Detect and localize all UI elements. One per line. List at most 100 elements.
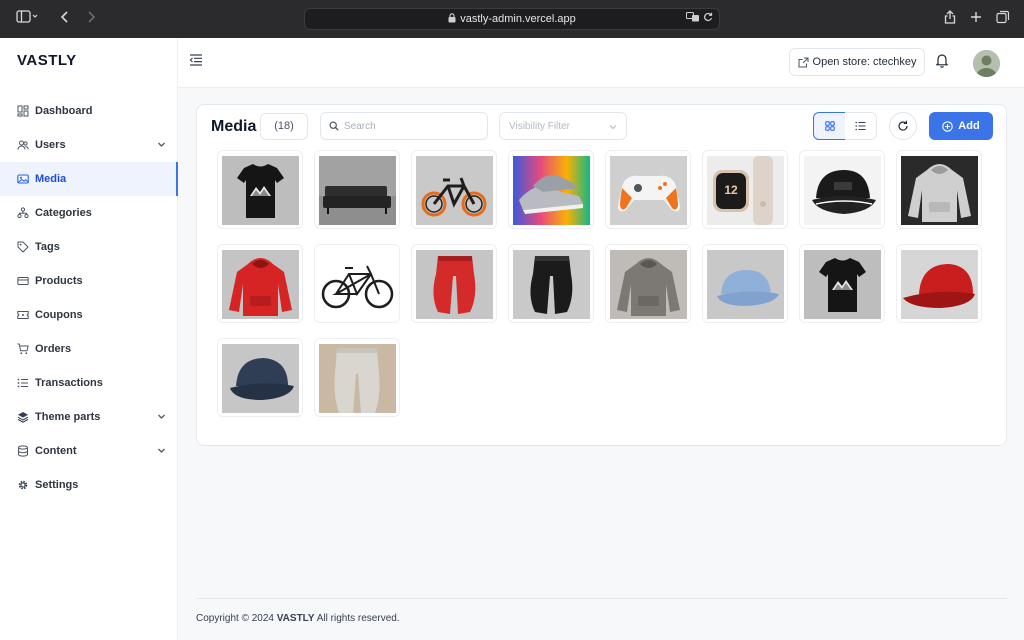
footer-divider [196, 598, 1007, 599]
visibility-filter-select[interactable]: Visibility Filter [499, 112, 627, 140]
categories-icon [17, 207, 29, 219]
tag-icon [17, 241, 29, 253]
brand-logo[interactable]: VASTLY [17, 52, 77, 69]
copyright-text: Copyright © 2024 [196, 613, 274, 624]
footer-brand: VASTLY [276, 613, 315, 624]
bicycle-image [319, 250, 396, 319]
sidebar-item-content[interactable]: Content [0, 434, 178, 468]
media-item[interactable] [605, 150, 691, 229]
users-icon [17, 139, 29, 151]
coupon-icon [17, 309, 29, 321]
sneakers-image [513, 156, 590, 225]
sidebar-item-settings[interactable]: Settings [0, 468, 178, 502]
media-icon [17, 173, 29, 185]
layers-icon [17, 411, 29, 423]
sidebar-item-theme-parts[interactable]: Theme parts [0, 400, 178, 434]
sidebar-item-categories[interactable]: Categories [0, 196, 178, 230]
translate-icon[interactable] [685, 12, 703, 25]
black-joggers-image [513, 250, 590, 319]
chevron-down-icon[interactable] [157, 446, 166, 455]
open-store-label: Open store: ctechkey [812, 56, 917, 68]
address-bar[interactable]: vastly-admin.vercel.app [304, 8, 720, 30]
media-item[interactable]: 12 [702, 150, 788, 229]
rights-text: All rights reserved. [316, 613, 400, 624]
tab-overview-icon[interactable] [996, 10, 1010, 29]
chevron-down-icon [609, 125, 617, 130]
external-link-icon [798, 57, 809, 67]
add-label: Add [958, 120, 980, 132]
share-icon[interactable] [944, 10, 956, 29]
media-count-badge: (18) [260, 113, 308, 140]
media-item[interactable] [314, 244, 400, 323]
reload-icon[interactable] [703, 12, 713, 25]
url-text: vastly-admin.vercel.app [460, 13, 576, 25]
sidebar-item-label: Media [35, 173, 67, 185]
blue-cap-image [707, 250, 784, 319]
avatar[interactable] [973, 50, 1000, 77]
media-item[interactable] [896, 244, 982, 323]
media-card: Media (18) Visibility Filter Add 12 [196, 104, 1007, 446]
sidebar-item-label: Settings [35, 479, 79, 491]
refresh-button[interactable] [889, 112, 917, 140]
chevron-down-icon[interactable] [157, 140, 166, 149]
collapse-sidebar-icon[interactable] [189, 53, 203, 67]
chevron-down-icon[interactable] [157, 412, 166, 421]
new-tab-icon[interactable] [970, 10, 982, 28]
grey-hoodie-image [610, 250, 687, 319]
media-item[interactable] [217, 338, 303, 417]
sidebar-item-tags[interactable]: Tags [0, 230, 178, 264]
grid-view-button[interactable] [813, 112, 846, 140]
sidebar-item-label: Dashboard [35, 105, 93, 117]
media-item[interactable] [896, 150, 982, 229]
red-joggers-image [416, 250, 493, 319]
open-store-button[interactable]: Open store: ctechkey [789, 48, 925, 76]
media-item[interactable] [411, 150, 497, 229]
sidebar-item-transactions[interactable]: Transactions [0, 366, 178, 400]
media-item[interactable] [411, 244, 497, 323]
svg-text:12: 12 [724, 183, 738, 197]
footer: Copyright © 2024 VASTLY All rights reser… [196, 613, 400, 624]
media-item[interactable] [217, 150, 303, 229]
back-icon[interactable] [60, 10, 70, 29]
media-item[interactable] [799, 150, 885, 229]
visibility-filter-placeholder: Visibility Filter [509, 120, 570, 132]
search-box[interactable] [320, 112, 488, 140]
black-tshirt-image [804, 250, 881, 319]
sidebar-item-dashboard[interactable]: Dashboard [0, 94, 178, 128]
list-view-button[interactable] [845, 112, 877, 140]
gear-icon [17, 479, 29, 491]
media-item[interactable] [508, 244, 594, 323]
sidebar-item-media[interactable]: Media [0, 162, 178, 196]
sidebar-nav: Dashboard Users Media Categories Tags Pr… [0, 94, 178, 502]
ebike-image [416, 156, 493, 225]
media-item[interactable] [799, 244, 885, 323]
lock-icon [448, 10, 456, 30]
top-header: Open store: ctechkey [178, 38, 1024, 88]
sofa-image [319, 156, 396, 225]
sidebar: VASTLY Dashboard Users Media Categories … [0, 38, 178, 640]
list-icon [855, 121, 866, 131]
red-cap-image [901, 250, 978, 319]
media-item[interactable] [605, 244, 691, 323]
media-item[interactable] [314, 338, 400, 417]
sidebar-item-products[interactable]: Products [0, 264, 178, 298]
sidebar-toggle-icon[interactable] [16, 10, 38, 29]
media-item[interactable] [217, 244, 303, 323]
smartwatch-image: 12 [707, 156, 784, 225]
bell-icon[interactable] [935, 52, 949, 68]
search-input[interactable] [344, 120, 474, 132]
sidebar-item-label: Transactions [35, 377, 103, 389]
browser-toolbar: vastly-admin.vercel.app [0, 0, 1024, 38]
media-item[interactable] [508, 150, 594, 229]
grid-icon [824, 121, 835, 131]
sidebar-item-coupons[interactable]: Coupons [0, 298, 178, 332]
add-media-button[interactable]: Add [929, 112, 993, 140]
forward-icon[interactable] [86, 10, 96, 29]
navy-cap-image [222, 344, 299, 413]
media-item[interactable] [314, 150, 400, 229]
sidebar-item-orders[interactable]: Orders [0, 332, 178, 366]
media-item[interactable] [702, 244, 788, 323]
sidebar-item-label: Content [35, 445, 77, 457]
database-icon [17, 445, 29, 457]
sidebar-item-users[interactable]: Users [0, 128, 178, 162]
